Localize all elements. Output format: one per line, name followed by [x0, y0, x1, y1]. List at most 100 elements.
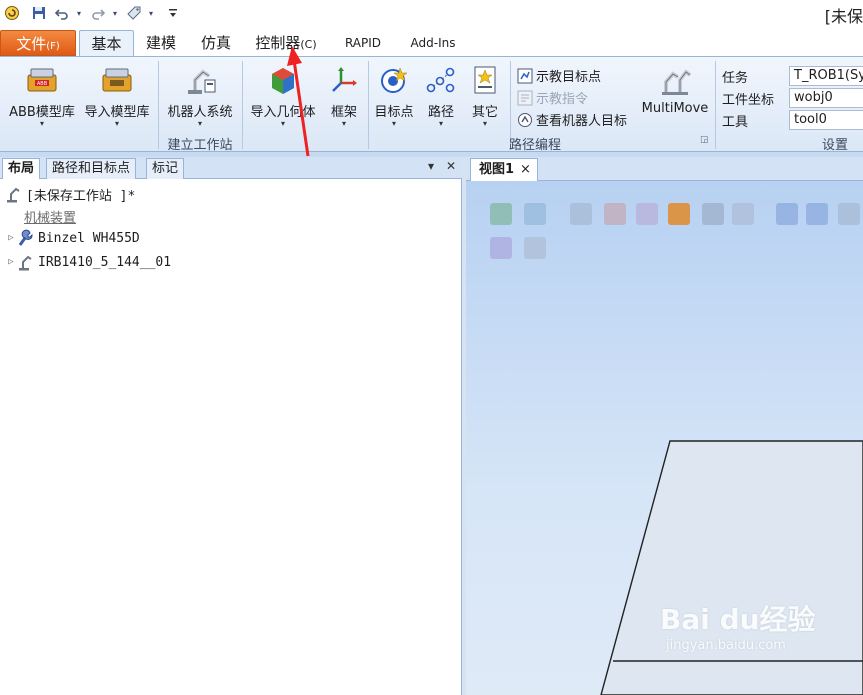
tree-item[interactable]: ▷ IRB1410_5_144__01	[6, 252, 171, 272]
wobj-label: 工件坐标	[722, 93, 775, 108]
tool-label: 工具	[722, 115, 749, 130]
watermark-url: jingyan.baidu.com	[666, 638, 786, 653]
teach-target-button[interactable]: 示教目标点	[517, 66, 601, 85]
import-geometry-button[interactable]: 导入几何体 ▾	[246, 63, 320, 128]
wobj-combo[interactable]: wobj0	[789, 88, 863, 108]
tree-item-label: IRB1410_5_144__01	[38, 254, 172, 270]
path-group-launcher-icon[interactable]: ◲	[700, 135, 709, 145]
ribbon-tab-bar: 文件(F) 基本 建模 仿真 控制器(C) RAPID Add-Ins	[0, 28, 863, 56]
import-library-label: 导入模型库	[84, 105, 150, 120]
import-library-icon	[100, 63, 134, 97]
group-separator	[715, 61, 716, 149]
tab-paths-targets[interactable]: 路径和目标点	[46, 158, 137, 179]
watermark-text: Bai du经验	[660, 603, 816, 636]
tab-file-label: 文件	[16, 35, 47, 53]
abb-library-icon: ABB	[25, 63, 59, 97]
tab-basic[interactable]: 基本	[79, 30, 134, 56]
abb-library-button[interactable]: ABB ABB模型库 ▾	[6, 63, 78, 128]
tab-layout[interactable]: 布局	[2, 158, 41, 179]
frame-dropdown-icon: ▾	[341, 119, 346, 128]
target-label: 目标点	[374, 105, 414, 120]
other-label: 其它	[471, 105, 498, 120]
tab-view1[interactable]: 视图1 ×	[470, 158, 538, 181]
abb-library-label: ABB模型库	[9, 105, 75, 120]
view-robot-target-icon	[517, 112, 533, 128]
robot-system-label: 机器人系统	[167, 105, 233, 120]
import-geometry-label: 导入几何体	[250, 105, 316, 120]
robotstudio-icon[interactable]	[3, 4, 21, 22]
teach-target-icon	[517, 68, 533, 84]
tab-controller-label: 控制器	[255, 34, 301, 52]
teach-instruction-label: 示教指令	[536, 92, 589, 107]
view-close-icon[interactable]: ×	[520, 162, 531, 177]
target-dropdown-icon: ▾	[391, 119, 396, 128]
group-label-path: 路径编程	[508, 138, 561, 153]
redo-dropdown-icon[interactable]: ▾	[110, 4, 120, 22]
tag-dropdown-icon[interactable]: ▾	[146, 4, 156, 22]
task-label: 任务	[722, 71, 749, 86]
tab-modeling[interactable]: 建模	[140, 30, 182, 56]
multimove-label: MultiMove	[641, 101, 709, 116]
robot-system-icon	[183, 63, 217, 97]
tree-item-label: Binzel WH455D	[38, 230, 140, 246]
abb-library-dropdown-icon: ▾	[39, 119, 44, 128]
import-library-button[interactable]: 导入模型库 ▾	[80, 63, 154, 128]
robot-system-dropdown-icon: ▾	[197, 119, 202, 128]
other-button[interactable]: 其它 ▾	[464, 63, 506, 128]
tab-addins[interactable]: Add-Ins	[404, 30, 462, 56]
teach-instruction-icon	[517, 90, 533, 106]
tag-icon[interactable]	[124, 4, 144, 22]
teach-instruction-button[interactable]: 示教指令	[517, 88, 588, 107]
view-robot-target-label: 查看机器人目标	[536, 114, 628, 129]
robot-icon	[16, 253, 34, 271]
path-dropdown-icon: ▾	[438, 119, 443, 128]
target-icon	[377, 63, 411, 97]
customize-icon[interactable]	[166, 4, 180, 22]
group-label-build: 建立工作站	[167, 138, 233, 153]
multimove-icon	[658, 63, 692, 97]
expand-arrow-icon[interactable]: ▷	[6, 257, 16, 267]
ribbon-panel: ABB ABB模型库 ▾ 导入模型库 ▾ 机器人系统 ▾ 导入几何体 ▾ 框架 …	[0, 56, 863, 153]
tool-wrench-icon	[16, 229, 34, 247]
tool-combo[interactable]: tool0	[789, 110, 863, 130]
view-tab-label: 视图1	[479, 162, 515, 177]
panel-close-icon[interactable]: ✕	[446, 159, 456, 173]
window-title: [未保	[824, 7, 863, 26]
tree-item[interactable]: ▷ Binzel WH455D	[6, 228, 140, 248]
group-separator	[368, 61, 369, 149]
expand-arrow-icon[interactable]: ▷	[6, 233, 16, 243]
task-combo[interactable]: T_ROB1(Sys	[789, 66, 863, 86]
multimove-button[interactable]: MultiMove	[638, 63, 712, 116]
view-robot-target-button[interactable]: 查看机器人目标	[517, 110, 627, 129]
import-library-dropdown-icon: ▾	[114, 119, 119, 128]
svg-text:ABB: ABB	[37, 81, 48, 87]
path-label: 路径	[427, 105, 454, 120]
undo-dropdown-icon[interactable]: ▾	[74, 4, 84, 22]
target-button[interactable]: 目标点 ▾	[370, 63, 418, 128]
frame-label: 框架	[330, 105, 357, 120]
tab-simulation[interactable]: 仿真	[195, 30, 237, 56]
tab-controller[interactable]: 控制器(C)	[250, 30, 322, 56]
watermark: Bai du经验 jingyan.baidu.com	[660, 598, 860, 653]
path-icon	[424, 63, 458, 97]
group-label-settings: 设置	[821, 138, 848, 153]
layout-panel: 布局 路径和目标点 标记 ▾ ✕ [未保存工作站 ]* 机械装置 ▷ Binze…	[0, 157, 462, 695]
robot-system-button[interactable]: 机器人系统 ▾	[162, 63, 238, 128]
other-icon	[468, 63, 502, 97]
panel-menu-icon[interactable]: ▾	[428, 159, 434, 173]
path-button[interactable]: 路径 ▾	[420, 63, 462, 128]
mechanism-header: 机械装置	[24, 210, 77, 226]
teach-target-label: 示教目标点	[536, 70, 602, 85]
station-label: [未保存工作站 ]*	[26, 188, 136, 204]
tab-file[interactable]: 文件(F)	[0, 30, 76, 56]
tab-tags[interactable]: 标记	[146, 158, 185, 179]
tree-station-node[interactable]: [未保存工作站 ]*	[4, 184, 135, 204]
import-geometry-icon	[266, 63, 300, 97]
frame-button[interactable]: 框架 ▾	[324, 63, 364, 128]
tab-rapid[interactable]: RAPID	[340, 30, 386, 56]
title-bar: ▾ ▾ ▾ [未保	[0, 0, 863, 28]
import-geometry-dropdown-icon: ▾	[280, 119, 285, 128]
undo-icon[interactable]	[52, 4, 72, 22]
save-icon[interactable]	[30, 4, 48, 22]
redo-icon[interactable]	[88, 4, 108, 22]
